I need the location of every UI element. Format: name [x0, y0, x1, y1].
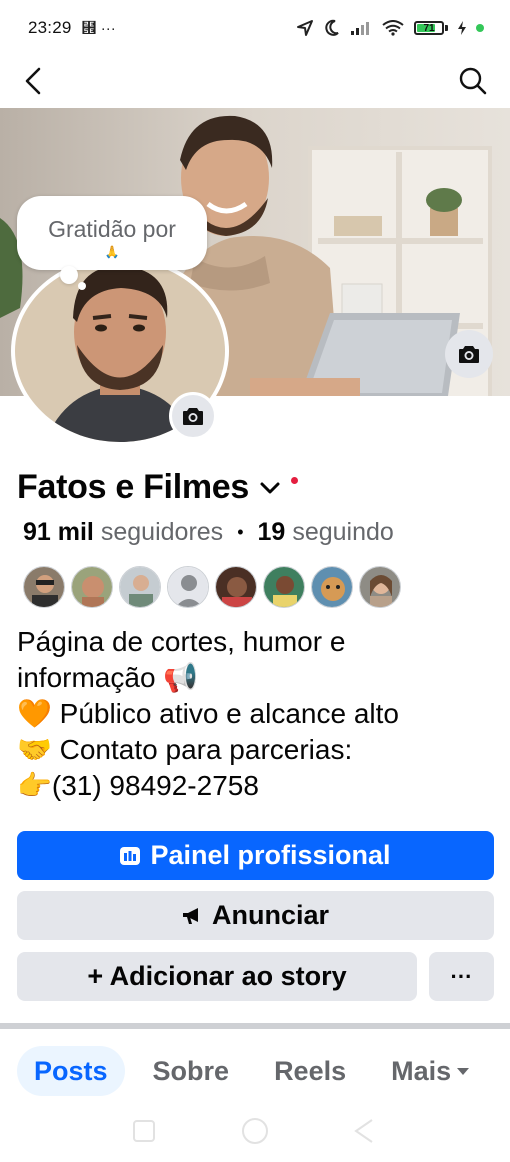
- bio-line: Página de cortes, humor e: [17, 626, 346, 657]
- moon-icon: [325, 19, 339, 36]
- tab-posts-label: Posts: [34, 1055, 108, 1086]
- camera-icon: [459, 346, 479, 363]
- tab-about-label: Sobre: [152, 1055, 230, 1086]
- search-icon: [459, 67, 487, 95]
- status-right-icons: 71: [296, 19, 484, 37]
- follower-avatars[interactable]: [23, 566, 401, 608]
- tab-more-label: Mais: [391, 1055, 452, 1086]
- bio-line: informação 📢: [17, 662, 199, 693]
- profile-note-bubble[interactable]: Gratidão por 🙏: [17, 196, 207, 270]
- followers-stat[interactable]: 91 mil seguidores: [23, 518, 223, 547]
- camera-icon: [183, 408, 203, 425]
- bio-line: 🧡 Público ativo e alcance alto: [17, 698, 399, 729]
- notification-dot: [291, 477, 298, 484]
- battery-level: 71: [423, 22, 435, 34]
- back-button[interactable]: [20, 66, 50, 96]
- top-nav: [0, 56, 510, 108]
- status-bar: 23:29 ⹞ ··· 71: [0, 0, 510, 56]
- page-bio: Página de cortes, humor e informação 📢 🧡…: [17, 624, 399, 804]
- follower-avatar[interactable]: [215, 566, 257, 608]
- professional-dashboard-label: Painel profissional: [150, 840, 391, 870]
- advertise-label: Anunciar: [211, 900, 330, 930]
- charging-dot: [476, 24, 484, 32]
- note-bubble-tail: [60, 266, 78, 284]
- megaphone-icon: [182, 907, 202, 925]
- follow-stats: 91 mil seguidores • 19 seguindo: [23, 518, 394, 547]
- system-back-button[interactable]: [354, 1119, 373, 1143]
- system-navigation-bar: [0, 1110, 510, 1162]
- add-to-story-button[interactable]: + Adicionar ao story: [17, 952, 417, 1001]
- note-bubble-tail-small: [78, 282, 86, 290]
- professional-dashboard-button[interactable]: Painel profissional: [17, 831, 494, 880]
- profile-tabs: Posts Sobre Reels Mais: [17, 1046, 497, 1096]
- section-divider: [0, 1023, 510, 1029]
- chevron-left-icon: [25, 67, 41, 95]
- followers-count: 91 mil: [23, 518, 94, 546]
- follower-avatar[interactable]: [119, 566, 161, 608]
- following-stat[interactable]: 19 seguindo: [258, 518, 394, 547]
- tab-reels[interactable]: Reels: [274, 1046, 346, 1096]
- tab-reels-label: Reels: [274, 1055, 347, 1086]
- note-emoji: 🙏: [104, 245, 120, 259]
- follower-avatar[interactable]: [311, 566, 353, 608]
- edit-profile-picture-button[interactable]: [169, 392, 217, 440]
- charging-icon: [458, 21, 466, 35]
- follower-avatar[interactable]: [23, 566, 65, 608]
- bio-line: 👉(31) 98492-2758: [17, 770, 259, 801]
- follower-avatar[interactable]: [359, 566, 401, 608]
- stats-separator: •: [237, 522, 244, 542]
- chevron-down-icon[interactable]: [259, 477, 281, 499]
- followers-label: seguidores: [100, 518, 224, 546]
- status-time: 23:29: [28, 18, 72, 37]
- more-options-button[interactable]: ···: [429, 952, 494, 1001]
- following-label: seguindo: [292, 518, 394, 546]
- wifi-icon: [382, 20, 404, 36]
- edit-cover-button[interactable]: [445, 330, 493, 378]
- status-notification-icons: ⹞ ···: [81, 19, 116, 37]
- tab-more[interactable]: Mais: [391, 1046, 470, 1096]
- search-button[interactable]: [458, 66, 488, 96]
- battery-icon: 71: [414, 21, 448, 35]
- advertise-button[interactable]: Anunciar: [17, 891, 494, 940]
- more-options-icon: ···: [450, 963, 473, 989]
- recent-apps-button[interactable]: [133, 1120, 155, 1142]
- follower-avatar[interactable]: [71, 566, 113, 608]
- dashboard-icon: [120, 846, 141, 865]
- location-icon: [297, 20, 313, 36]
- following-count: 19: [257, 518, 286, 546]
- follower-avatar[interactable]: [167, 566, 209, 608]
- page-name-row[interactable]: Fatos e Filmes: [17, 468, 298, 507]
- bio-line: 🤝 Contato para parcerias:: [17, 734, 353, 765]
- home-button[interactable]: [242, 1118, 268, 1144]
- follower-avatar[interactable]: [263, 566, 305, 608]
- note-text: Gratidão por: [48, 216, 176, 242]
- signal-icon: [351, 22, 369, 35]
- tab-posts[interactable]: Posts: [17, 1046, 125, 1096]
- page-name: Fatos e Filmes: [17, 468, 249, 506]
- caret-down-icon: [457, 1068, 470, 1075]
- tab-about[interactable]: Sobre: [153, 1046, 230, 1096]
- add-to-story-label: + Adicionar ao story: [87, 961, 347, 991]
